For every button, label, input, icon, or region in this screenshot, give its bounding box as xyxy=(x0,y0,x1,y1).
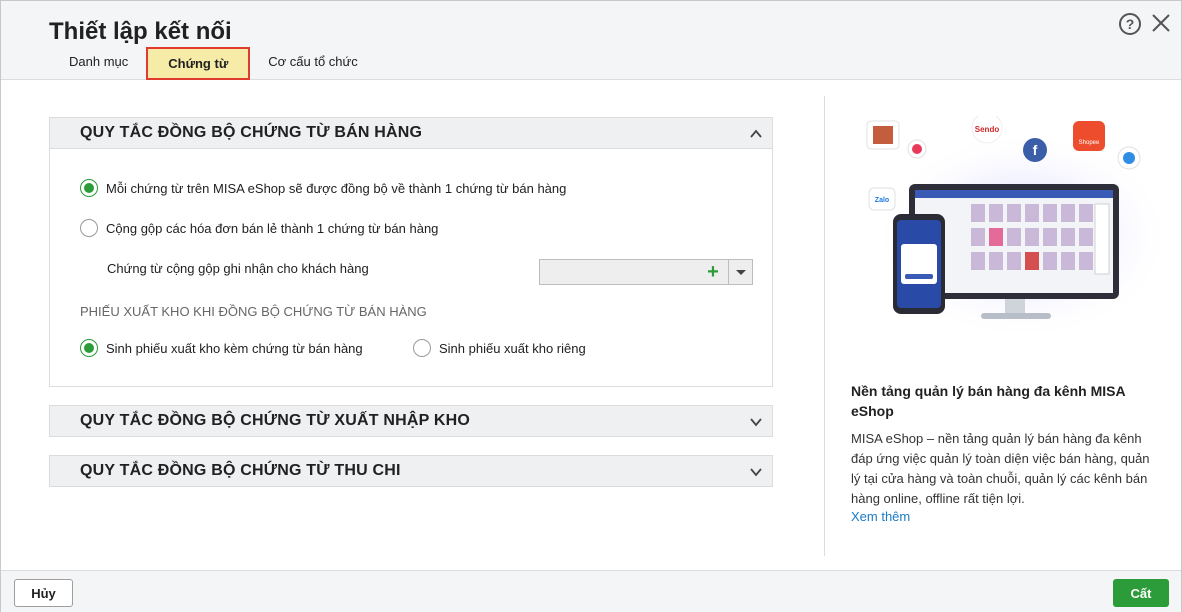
close-icon[interactable] xyxy=(1149,11,1173,35)
tab-chung-tu[interactable]: Chứng từ xyxy=(146,47,251,80)
dialog-footer: Hủy Cất xyxy=(1,570,1181,612)
section-title: QUY TẮC ĐỒNG BỘ CHỨNG TỪ THU CHI xyxy=(80,462,401,479)
section-cash-header[interactable]: QUY TẮC ĐỒNG BỘ CHỨNG TỪ THU CHI xyxy=(49,455,773,487)
option-aggregate[interactable]: Cộng gộp các hóa đơn bán lẻ thành 1 chứn… xyxy=(80,219,438,237)
eshop-illustration: Sendo Shopee f Zalo xyxy=(866,116,1163,331)
help-icon[interactable]: ? xyxy=(1119,13,1141,35)
dialog-header: Thiết lập kết nối ? Danh mục Chứng từ Cơ… xyxy=(1,1,1181,80)
option-label: Sinh phiếu xuất kho riêng xyxy=(439,340,586,356)
see-more-link[interactable]: Xem thêm xyxy=(851,509,910,524)
save-button[interactable]: Cất xyxy=(1113,579,1169,607)
dialog-content: QUY TẮC ĐỒNG BỘ CHỨNG TỪ BÁN HÀNG Mỗi ch… xyxy=(1,81,1181,570)
option-one-to-one[interactable]: Mỗi chứng từ trên MISA eShop sẽ được đồn… xyxy=(80,179,566,197)
tab-co-cau-to-chuc[interactable]: Cơ cấu tổ chức xyxy=(252,47,373,80)
section-title: QUY TẮC ĐỒNG BỘ CHỨNG TỪ BÁN HÀNG xyxy=(80,124,423,141)
radio-checked[interactable] xyxy=(80,339,98,357)
panel-divider xyxy=(824,96,825,556)
option-export-with-sale[interactable]: Sinh phiếu xuất kho kèm chứng từ bán hàn… xyxy=(80,339,363,357)
option-export-separate[interactable]: Sinh phiếu xuất kho riêng xyxy=(413,339,586,357)
radio-unchecked[interactable] xyxy=(80,219,98,237)
section-sales-body: Mỗi chứng từ trên MISA eShop sẽ được đồn… xyxy=(49,149,773,387)
section-sales-header[interactable]: QUY TẮC ĐỒNG BỘ CHỨNG TỪ BÁN HÀNG xyxy=(49,117,773,149)
svg-text:f: f xyxy=(1033,142,1038,158)
sync-rules-panel: QUY TẮC ĐỒNG BỘ CHỨNG TỪ BÁN HÀNG Mỗi ch… xyxy=(49,117,773,487)
customer-combo[interactable]: + xyxy=(539,259,753,285)
option-label: Cộng gộp các hóa đơn bán lẻ thành 1 chứn… xyxy=(106,220,439,236)
cancel-button[interactable]: Hủy xyxy=(14,579,73,607)
add-icon[interactable]: + xyxy=(702,261,724,283)
svg-text:Shopee: Shopee xyxy=(1079,140,1100,146)
svg-text:Zalo: Zalo xyxy=(875,197,889,204)
promo-description: MISA eShop – nền tảng quản lý bán hàng đ… xyxy=(851,431,1150,506)
option-label: Sinh phiếu xuất kho kèm chứng từ bán hàn… xyxy=(106,340,363,356)
chevron-down-icon[interactable] xyxy=(728,260,752,284)
connection-settings-dialog: Thiết lập kết nối ? Danh mục Chứng từ Cơ… xyxy=(0,0,1182,612)
radio-unchecked[interactable] xyxy=(413,339,431,357)
export-subheading: PHIẾU XUẤT KHO KHI ĐỒNG BỘ CHỨNG TỪ BÁN … xyxy=(80,304,427,319)
promo-title: Nền tảng quản lý bán hàng đa kênh MISA e… xyxy=(851,383,1126,419)
combo-label: Chứng từ cộng gộp ghi nhận cho khách hàn… xyxy=(107,261,369,276)
section-title: QUY TẮC ĐỒNG BỘ CHỨNG TỪ XUẤT NHẬP KHO xyxy=(80,412,471,429)
tab-danh-muc[interactable]: Danh mục xyxy=(53,47,144,80)
radio-checked[interactable] xyxy=(80,179,98,197)
option-label: Mỗi chứng từ trên MISA eShop sẽ được đồn… xyxy=(106,180,567,196)
dialog-title: Thiết lập kết nối xyxy=(49,18,232,45)
section-inventory-header[interactable]: QUY TẮC ĐỒNG BỘ CHỨNG TỪ XUẤT NHẬP KHO xyxy=(49,405,773,437)
chevron-down-icon xyxy=(750,468,762,477)
svg-text:Sendo: Sendo xyxy=(975,125,1000,134)
chevron-down-icon xyxy=(750,418,762,427)
chevron-up-icon xyxy=(750,129,762,138)
tab-bar: Danh mục Chứng từ Cơ cấu tổ chức xyxy=(53,47,376,80)
